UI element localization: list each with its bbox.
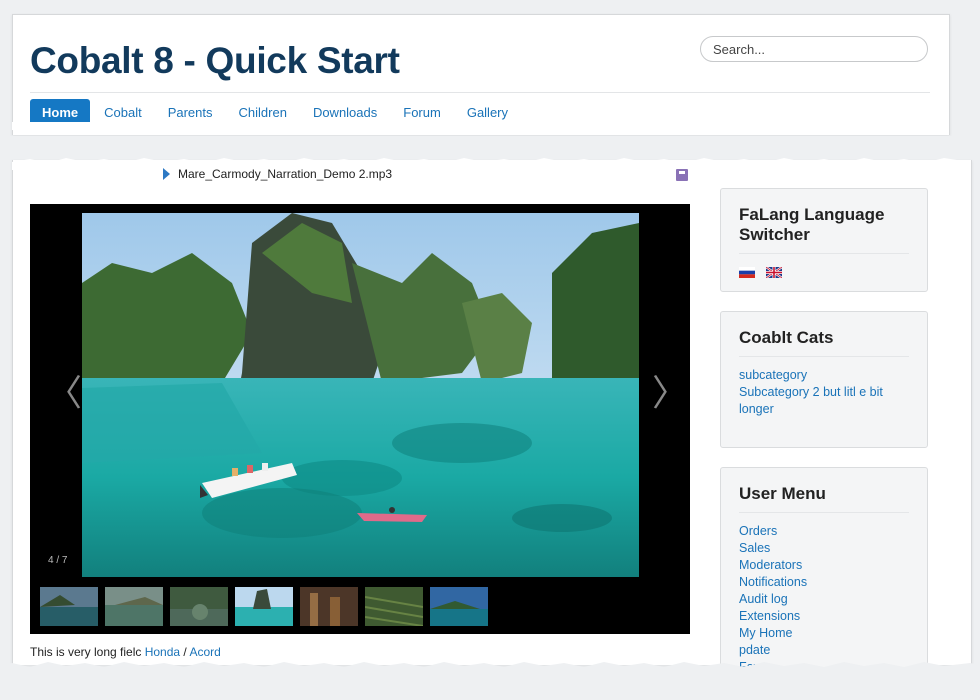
user-menu-link-moderators[interactable]: Moderators bbox=[739, 557, 909, 574]
falang-module: FaLang Language Switcher bbox=[720, 188, 928, 292]
gallery-thumbnail[interactable] bbox=[300, 587, 358, 626]
chevron-right-icon[interactable]: 〉 bbox=[652, 376, 688, 412]
torn-edge-final bbox=[0, 662, 980, 700]
module-title: User Menu bbox=[739, 484, 909, 513]
category-link[interactable]: Subcategory 2 but litl e bit longer bbox=[739, 384, 909, 418]
user-menu-link-audit-log[interactable]: Audit log bbox=[739, 591, 909, 608]
gallery-thumbnail[interactable] bbox=[170, 587, 228, 626]
lagoon-photo bbox=[82, 213, 639, 577]
user-menu-link-extensions[interactable]: Extensions bbox=[739, 608, 909, 625]
audio-file-name[interactable]: Mare_Carmody_Narration_Demo 2.mp3 bbox=[178, 167, 392, 181]
torn-edge-bottom bbox=[12, 158, 970, 170]
save-icon[interactable] bbox=[676, 169, 688, 181]
search-input[interactable] bbox=[700, 36, 928, 62]
user-menu-link-orders[interactable]: Orders bbox=[739, 523, 909, 540]
category-link[interactable]: subcategory bbox=[739, 367, 909, 384]
slide-counter: 4 / 7 bbox=[48, 555, 68, 566]
user-menu-link-my-home[interactable]: My Home bbox=[739, 625, 909, 642]
play-icon[interactable] bbox=[163, 168, 170, 180]
gallery-thumbnail-active[interactable] bbox=[235, 587, 293, 626]
user-menu-link-sales[interactable]: Sales bbox=[739, 540, 909, 557]
gallery-thumbnail[interactable] bbox=[40, 587, 98, 626]
header-divider bbox=[30, 92, 930, 93]
gallery-main-photo[interactable] bbox=[82, 213, 639, 577]
user-menu-link-notifications[interactable]: Notifications bbox=[739, 574, 909, 591]
user-menu-module: User Menu Orders Sales Moderators Notifi… bbox=[720, 467, 928, 677]
audio-file-row[interactable]: Mare_Carmody_Narration_Demo 2.mp3 bbox=[163, 167, 392, 181]
gallery-thumbnail[interactable] bbox=[365, 587, 423, 626]
module-title: FaLang Language Switcher bbox=[739, 205, 909, 254]
module-title: Coablt Cats bbox=[739, 328, 909, 357]
chevron-left-icon[interactable]: 〈 bbox=[46, 376, 82, 412]
thumbnail-strip bbox=[40, 587, 488, 626]
uk-flag-icon[interactable] bbox=[766, 267, 783, 279]
cobalt-cats-module: Coablt Cats subcategory Subcategory 2 bu… bbox=[720, 311, 928, 448]
image-gallery: 〈 〉 4 / 7 bbox=[30, 204, 690, 634]
gallery-thumbnail[interactable] bbox=[430, 587, 488, 626]
site-title[interactable]: Cobalt 8 - Quick Start bbox=[30, 40, 400, 82]
gallery-thumbnail[interactable] bbox=[105, 587, 163, 626]
language-flags bbox=[739, 264, 909, 282]
ru-flag-icon[interactable] bbox=[739, 267, 755, 279]
